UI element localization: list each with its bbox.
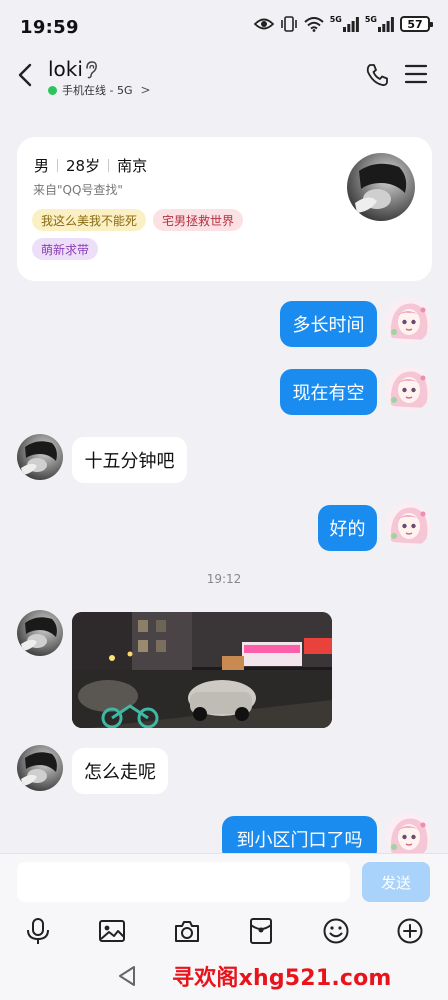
contact-name[interactable]: loki: [48, 57, 83, 81]
my-avatar[interactable]: [385, 502, 431, 548]
profile-tag[interactable]: 宅男拯救世界: [153, 209, 244, 231]
contact-avatar[interactable]: [17, 434, 63, 480]
back-arrow-icon: [18, 63, 32, 87]
online-status-text: 手机在线 - 5G: [62, 84, 133, 97]
message-bubble-outgoing[interactable]: 多长时间: [280, 301, 377, 347]
profile-tag[interactable]: 萌新求带: [32, 238, 99, 260]
vibrate-icon: [280, 16, 298, 32]
image-icon[interactable]: [97, 916, 127, 946]
profile-gender: 男: [34, 157, 50, 175]
online-dot-icon: [48, 85, 57, 95]
profile-avatar[interactable]: [347, 153, 415, 221]
microphone-icon[interactable]: [23, 916, 53, 946]
wifi-icon: [304, 16, 324, 32]
my-avatar[interactable]: [385, 298, 431, 344]
plus-icon[interactable]: [395, 916, 425, 946]
nav-back-button[interactable]: [116, 964, 138, 992]
status-icons: 5G 5G 57: [253, 14, 433, 32]
my-avatar[interactable]: [385, 366, 431, 412]
message-image[interactable]: [72, 612, 332, 728]
send-button[interactable]: 发送: [362, 862, 430, 902]
phone-call-button[interactable]: [364, 62, 390, 92]
message-timestamp: 19:12: [206, 572, 242, 586]
signal-1-icon: 5G: [329, 14, 359, 32]
profile-tags: 我这么美我不能死 宅男拯救世界 萌新求带: [32, 209, 292, 260]
battery-icon: 57: [400, 16, 433, 32]
menu-icon: [404, 64, 428, 84]
profile-city: 南京: [117, 157, 148, 175]
divider: [57, 159, 59, 172]
eye-icon: [253, 17, 274, 31]
message-bubble-outgoing[interactable]: 好的: [318, 505, 377, 551]
back-button[interactable]: [14, 62, 38, 88]
status-time: 19:59: [20, 17, 79, 38]
profile-info: 男 28岁 南京: [34, 155, 147, 176]
contact-avatar[interactable]: [17, 745, 63, 791]
profile-card[interactable]: 男 28岁 南京 来自"QQ号查找" 我这么美我不能死 宅男拯救世界 萌新求带: [17, 137, 432, 281]
status-bar: 19:59 5G 5G 57: [0, 0, 448, 52]
message-bubble-incoming[interactable]: 怎么走呢: [72, 748, 168, 794]
message-bubble-incoming[interactable]: 十五分钟吧: [72, 437, 187, 483]
phone-icon: [366, 64, 388, 86]
signal-2-icon: 5G: [364, 14, 394, 32]
profile-tag[interactable]: 我这么美我不能死: [32, 209, 147, 231]
emoji-icon[interactable]: [321, 916, 351, 946]
watermark-text: 寻欢阁xhg521.com: [172, 966, 392, 991]
online-status[interactable]: 手机在线 - 5G >: [48, 82, 151, 98]
composer-bar: 发送: [0, 853, 448, 910]
profile-source: 来自"QQ号查找": [33, 183, 123, 197]
chevron-right-icon: >: [140, 83, 151, 97]
menu-button[interactable]: [404, 64, 428, 88]
message-bubble-outgoing[interactable]: 现在有空: [280, 369, 377, 415]
battery-level: 57: [407, 17, 423, 31]
divider: [108, 159, 110, 172]
triangle-back-icon: [119, 966, 135, 986]
ear-icon: [84, 61, 98, 83]
profile-age: 28岁: [66, 157, 101, 175]
message-input[interactable]: [17, 862, 350, 902]
camera-icon[interactable]: [172, 916, 202, 946]
network-label-2: 5G: [364, 14, 377, 24]
chat-header: loki 手机在线 - 5G >: [0, 52, 448, 102]
red-packet-icon[interactable]: [246, 916, 276, 946]
composer-toolbar: [0, 910, 448, 952]
system-nav-bar: 寻欢阁xhg521.com: [0, 952, 448, 1000]
contact-avatar[interactable]: [17, 610, 63, 656]
network-label-1: 5G: [329, 14, 342, 24]
